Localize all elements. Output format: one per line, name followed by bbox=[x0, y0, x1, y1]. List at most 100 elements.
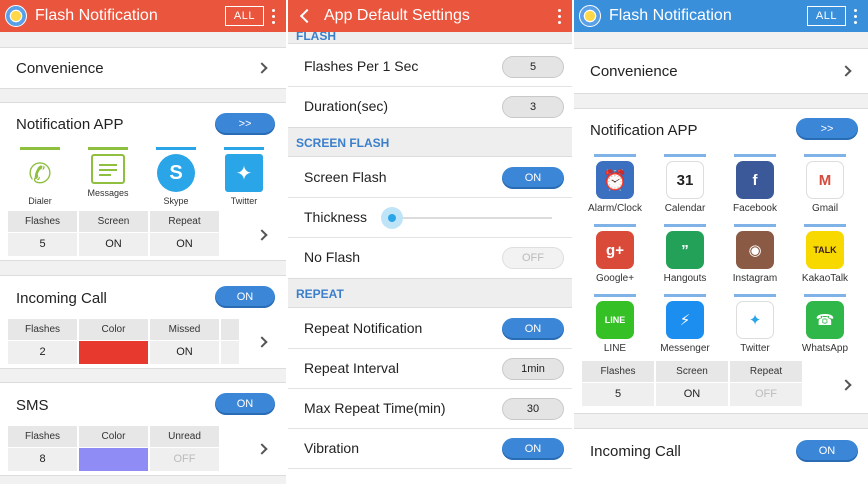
app-item-twitter[interactable]: ✦ Twitter bbox=[720, 294, 790, 354]
incoming-call-title: Incoming Call bbox=[590, 443, 681, 460]
skype-icon: S bbox=[157, 154, 195, 192]
flashes-header: Flashes bbox=[8, 211, 77, 233]
incoming-call-card: Incoming Call ON bbox=[574, 428, 868, 484]
app-name: KakaoTalk bbox=[801, 273, 849, 284]
app-indicator-bar bbox=[804, 224, 846, 227]
duration-value[interactable]: 3 bbox=[502, 96, 564, 118]
alarm-clock-icon: ⏰ bbox=[596, 161, 634, 199]
setting-thickness: Thickness bbox=[288, 198, 572, 238]
app-indicator-bar bbox=[224, 147, 264, 150]
incoming-call-title: Incoming Call bbox=[16, 290, 107, 307]
incoming-call-card: Incoming Call ON Flashes 2 Color Missed … bbox=[0, 275, 286, 369]
notification-app-expand-button[interactable]: >> bbox=[796, 118, 858, 140]
incoming-call-toggle[interactable]: ON bbox=[796, 440, 858, 462]
no-flash-toggle[interactable]: OFF bbox=[502, 247, 564, 269]
missed-cell: Missed ON bbox=[150, 319, 219, 364]
extra-cell bbox=[221, 319, 239, 364]
vibration-toggle[interactable]: ON bbox=[502, 438, 564, 460]
app-settings-grid[interactable]: Flashes 5 Screen ON Repeat OFF bbox=[582, 361, 802, 406]
setting-max-repeat[interactable]: Max Repeat Time(min) 30 bbox=[288, 389, 572, 429]
app-indicator-bar bbox=[594, 154, 636, 157]
app-item-skype[interactable]: S Skype bbox=[142, 147, 210, 206]
max-repeat-value[interactable]: 30 bbox=[502, 398, 564, 420]
flashes-cell: Flashes 5 bbox=[8, 211, 77, 256]
color-cell: Color bbox=[79, 319, 148, 364]
chevron-right-icon[interactable] bbox=[256, 229, 268, 241]
sms-card: SMS ON Flashes 8 Color Unread OFF bbox=[0, 382, 286, 476]
convenience-row[interactable]: Convenience bbox=[0, 47, 286, 89]
screen-value: ON bbox=[683, 388, 701, 400]
messenger-icon: ⚡ bbox=[666, 301, 704, 339]
chevron-right-icon[interactable] bbox=[256, 336, 268, 348]
app-name: Messenger bbox=[660, 343, 710, 354]
flashes-value: 8 bbox=[39, 453, 46, 465]
overflow-menu-icon[interactable] bbox=[558, 8, 562, 24]
app-item-line[interactable]: LINE LINE bbox=[580, 294, 650, 354]
flashes-cell: Flashes 2 bbox=[8, 319, 77, 364]
setting-label: Duration(sec) bbox=[304, 98, 389, 114]
notification-app-list: ✆ Dialer Messages S Skype ✦ Twitter bbox=[6, 147, 278, 206]
app-item-dialer[interactable]: ✆ Dialer bbox=[6, 147, 74, 206]
setting-no-flash[interactable]: No Flash OFF bbox=[288, 238, 572, 278]
incoming-call-grid[interactable]: Flashes 2 Color Missed ON bbox=[8, 319, 239, 364]
app-name: Google+ bbox=[595, 273, 635, 284]
flashes-per-sec-value[interactable]: 5 bbox=[502, 56, 564, 78]
app-bar: App Default Settings bbox=[288, 0, 572, 32]
app-item-kakaotalk[interactable]: TALK KakaoTalk bbox=[790, 224, 860, 284]
app-item-facebook[interactable]: f Facebook bbox=[720, 154, 790, 214]
app-item-alarm-clock[interactable]: ⏰ Alarm/Clock bbox=[580, 154, 650, 214]
overflow-menu-icon[interactable] bbox=[854, 8, 858, 24]
sms-grid[interactable]: Flashes 8 Color Unread OFF bbox=[8, 426, 219, 471]
app-title: Flash Notification bbox=[35, 7, 158, 24]
app-name: Gmail bbox=[811, 203, 839, 214]
app-item-instagram[interactable]: ◉ Instagram bbox=[720, 224, 790, 284]
setting-repeat-interval[interactable]: Repeat Interval 1min bbox=[288, 349, 572, 389]
app-indicator-bar bbox=[594, 224, 636, 227]
repeat-interval-value[interactable]: 1min bbox=[502, 358, 564, 380]
chevron-right-icon[interactable] bbox=[256, 443, 268, 455]
app-item-messenger[interactable]: ⚡ Messenger bbox=[650, 294, 720, 354]
setting-duration[interactable]: Duration(sec) 3 bbox=[288, 87, 572, 127]
app-item-google-[interactable]: g+ Google+ bbox=[580, 224, 650, 284]
overflow-menu-icon[interactable] bbox=[272, 8, 276, 24]
all-button[interactable]: ALL bbox=[224, 6, 264, 26]
setting-vibration[interactable]: Vibration ON bbox=[288, 429, 572, 469]
repeat-cell: Repeat ON bbox=[150, 211, 219, 256]
app-logo-icon bbox=[5, 5, 27, 27]
app-name: Alarm/Clock bbox=[588, 203, 642, 214]
app-item-twitter[interactable]: ✦ Twitter bbox=[210, 147, 278, 206]
setting-label: Repeat Notification bbox=[304, 320, 423, 336]
app-item-gmail[interactable]: M Gmail bbox=[790, 154, 860, 214]
app-item-calendar[interactable]: 31 Calendar bbox=[650, 154, 720, 214]
app-indicator-bar bbox=[88, 147, 128, 150]
back-arrow-icon[interactable] bbox=[299, 8, 315, 24]
setting-repeat-notification[interactable]: Repeat Notification ON bbox=[288, 309, 572, 349]
thickness-slider-thumb[interactable] bbox=[381, 207, 404, 229]
unread-header: Unread bbox=[150, 426, 219, 448]
setting-flashes-per-sec[interactable]: Flashes Per 1 Sec 5 bbox=[288, 47, 572, 87]
setting-screen-flash[interactable]: Screen Flash ON bbox=[288, 158, 572, 198]
sms-toggle[interactable]: ON bbox=[215, 393, 275, 415]
screen-header: Screen bbox=[79, 211, 148, 233]
twitter-icon: ✦ bbox=[225, 154, 263, 192]
app-indicator-bar bbox=[734, 294, 776, 297]
repeat-value: ON bbox=[176, 238, 193, 250]
notification-app-expand-button[interactable]: >> bbox=[215, 113, 275, 135]
app-indicator-bar bbox=[804, 154, 846, 157]
app-settings-grid[interactable]: Flashes 5 Screen ON Repeat ON bbox=[8, 211, 219, 256]
screen-flash-toggle[interactable]: ON bbox=[502, 167, 564, 189]
thickness-slider-track[interactable] bbox=[384, 217, 552, 219]
setting-label: Max Repeat Time(min) bbox=[304, 400, 446, 416]
setting-label: Vibration bbox=[304, 440, 360, 456]
setting-label: Repeat Interval bbox=[304, 360, 399, 376]
app-item-messages[interactable]: Messages bbox=[74, 147, 142, 206]
all-button[interactable]: ALL bbox=[806, 6, 846, 26]
app-indicator-bar bbox=[804, 294, 846, 297]
repeat-notification-toggle[interactable]: ON bbox=[502, 318, 564, 340]
app-item-hangouts[interactable]: ” Hangouts bbox=[650, 224, 720, 284]
app-item-whatsapp[interactable]: ☎ WhatsApp bbox=[790, 294, 860, 354]
incoming-call-toggle[interactable]: ON bbox=[215, 286, 275, 308]
chevron-right-icon bbox=[256, 62, 268, 74]
app-name: Facebook bbox=[733, 203, 777, 214]
convenience-row[interactable]: Convenience bbox=[574, 48, 868, 94]
